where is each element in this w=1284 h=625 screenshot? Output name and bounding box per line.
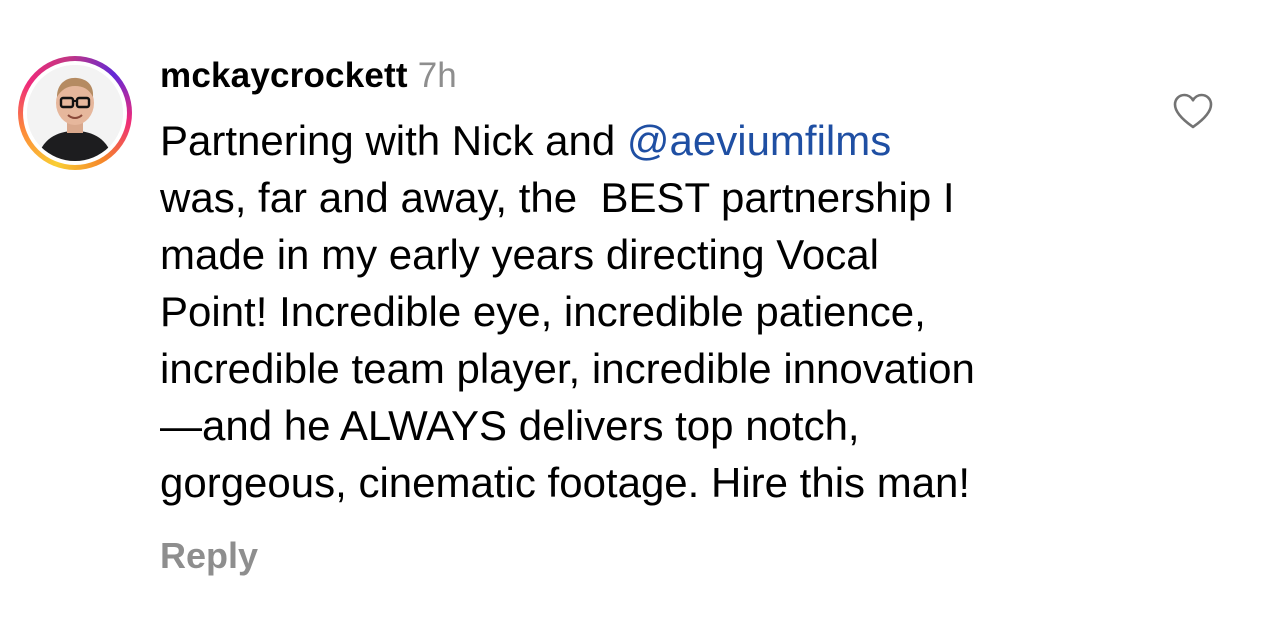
comment-line: incredible team player, incredible innov… (160, 345, 975, 392)
comment-header: mckaycrockett 7h (160, 56, 1150, 102)
like-button[interactable] (1172, 92, 1214, 130)
avatar-ring-gap (23, 61, 127, 165)
comment-line: gorgeous, cinematic footage. Hire this m… (160, 459, 971, 506)
comment-text: Partnering with Nick and @aeviumfilms wa… (160, 112, 1150, 511)
avatar-photo (27, 65, 123, 161)
mention-link[interactable]: @aeviumfilms (627, 117, 891, 164)
comment: mckaycrockett 7h Partnering with Nick an… (160, 56, 1150, 511)
comment-line: was, far and away, the BEST partnership … (160, 174, 955, 221)
comment-line: —and he ALWAYS delivers top notch, (160, 402, 860, 449)
timestamp: 7h (417, 56, 457, 95)
comment-line: made in my early years directing Vocal (160, 231, 879, 278)
avatar[interactable] (27, 65, 123, 161)
comment-line-text: Partnering with Nick and (160, 117, 627, 164)
reply-button[interactable]: Reply (160, 535, 258, 577)
comment-line: Point! Incredible eye, incredible patien… (160, 288, 926, 335)
username[interactable]: mckaycrockett (160, 56, 408, 96)
comment-line: Partnering with Nick and @aeviumfilms (160, 112, 1150, 169)
avatar-story-ring[interactable] (18, 56, 132, 170)
heart-outline-icon (1173, 93, 1213, 129)
